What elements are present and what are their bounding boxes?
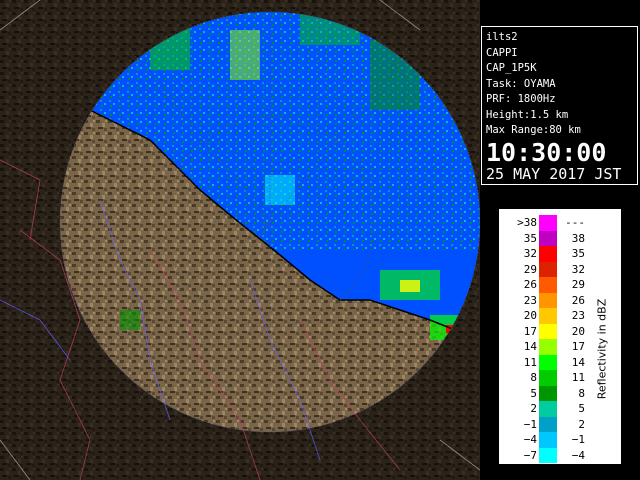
legend-row-high: 17	[571, 340, 585, 353]
station-name: ilts2	[486, 31, 518, 43]
prf-value: PRF: 1800Hz	[486, 93, 556, 105]
legend-row: >38 ---	[499, 215, 621, 231]
legend-row-low: 23	[523, 293, 537, 307]
legend-row-high: 38	[571, 231, 585, 245]
legend-row-high: 29	[571, 278, 585, 291]
observation-date: 25 MAY 2017 JST	[486, 164, 622, 183]
legend-row-low: 14	[523, 340, 537, 353]
legend-swatch	[539, 292, 557, 308]
legend-row-high: 2	[578, 417, 585, 431]
legend-row-low: 17	[523, 324, 537, 338]
legend-unit-label-box: Reflectivity in dBZ	[591, 249, 613, 449]
legend-swatch	[539, 416, 557, 432]
legend-row-low: 5	[530, 386, 537, 400]
legend-row-high: 35	[571, 247, 585, 260]
product-type: CAPPI	[486, 46, 518, 59]
legend-row: 35 38	[499, 230, 621, 246]
legend-swatch	[539, 370, 557, 386]
legend-swatch	[539, 323, 557, 339]
legend-unit-label: Reflectivity in dBZ	[595, 298, 609, 400]
legend-swatch	[539, 215, 557, 231]
legend-swatch	[539, 385, 557, 401]
legend-swatch	[539, 447, 557, 463]
reflectivity-legend: >38 --- 35 38 32 35 29 32 26 29 23 26 20 23 17 20 14 17 11…	[499, 209, 621, 464]
legend-row-high: 5	[578, 402, 585, 415]
legend-swatch	[539, 308, 557, 324]
legend-row-low: 35	[523, 231, 537, 245]
legend-row-low: −7	[523, 448, 537, 462]
legend-row-high: 26	[571, 293, 585, 307]
legend-swatch	[539, 339, 557, 355]
legend-row-low: 2	[530, 402, 537, 415]
legend-row-high: 20	[571, 324, 585, 338]
legend-swatch	[539, 354, 557, 370]
legend-swatch	[539, 230, 557, 246]
legend-swatch	[539, 401, 557, 417]
legend-row-low: 32	[523, 247, 537, 260]
observation-time: 10:30:00	[486, 137, 607, 167]
radar-map-svg	[0, 0, 480, 480]
radar-map[interactable]	[0, 0, 480, 480]
legend-row-high: 14	[571, 355, 585, 369]
legend-row-high: 32	[571, 262, 585, 276]
legend-row-low: −1	[523, 417, 537, 431]
legend-swatch	[539, 261, 557, 277]
legend-row-low: 20	[523, 309, 537, 322]
legend-row-low: 29	[523, 262, 537, 276]
scan-name: CAP_1P5K	[486, 62, 537, 74]
task-name: Task: OYAMA	[486, 77, 556, 90]
info-panel: ilts2 CAPPI CAP_1P5K Task: OYAMA PRF: 18…	[481, 26, 638, 185]
height-value: Height:1.5 km	[486, 108, 569, 121]
legend-row-high: 23	[571, 309, 585, 322]
legend-row-low: >38	[517, 216, 537, 229]
legend-row-high: 11	[571, 371, 585, 384]
legend-row: −7 −4	[499, 447, 621, 463]
legend-row-high: −1	[571, 433, 585, 446]
legend-swatch	[539, 277, 557, 293]
max-range-value: Max Range:80 km	[486, 124, 581, 136]
legend-row-high: 8	[578, 386, 585, 400]
legend-row-high: −4	[571, 448, 585, 462]
legend-row-low: −4	[523, 433, 537, 446]
legend-swatch	[539, 246, 557, 262]
legend-row-low: 8	[530, 371, 537, 384]
legend-row-low: 26	[523, 278, 537, 291]
legend-row-high: ---	[565, 216, 585, 229]
legend-swatch	[539, 432, 557, 448]
legend-row-low: 11	[523, 355, 537, 369]
